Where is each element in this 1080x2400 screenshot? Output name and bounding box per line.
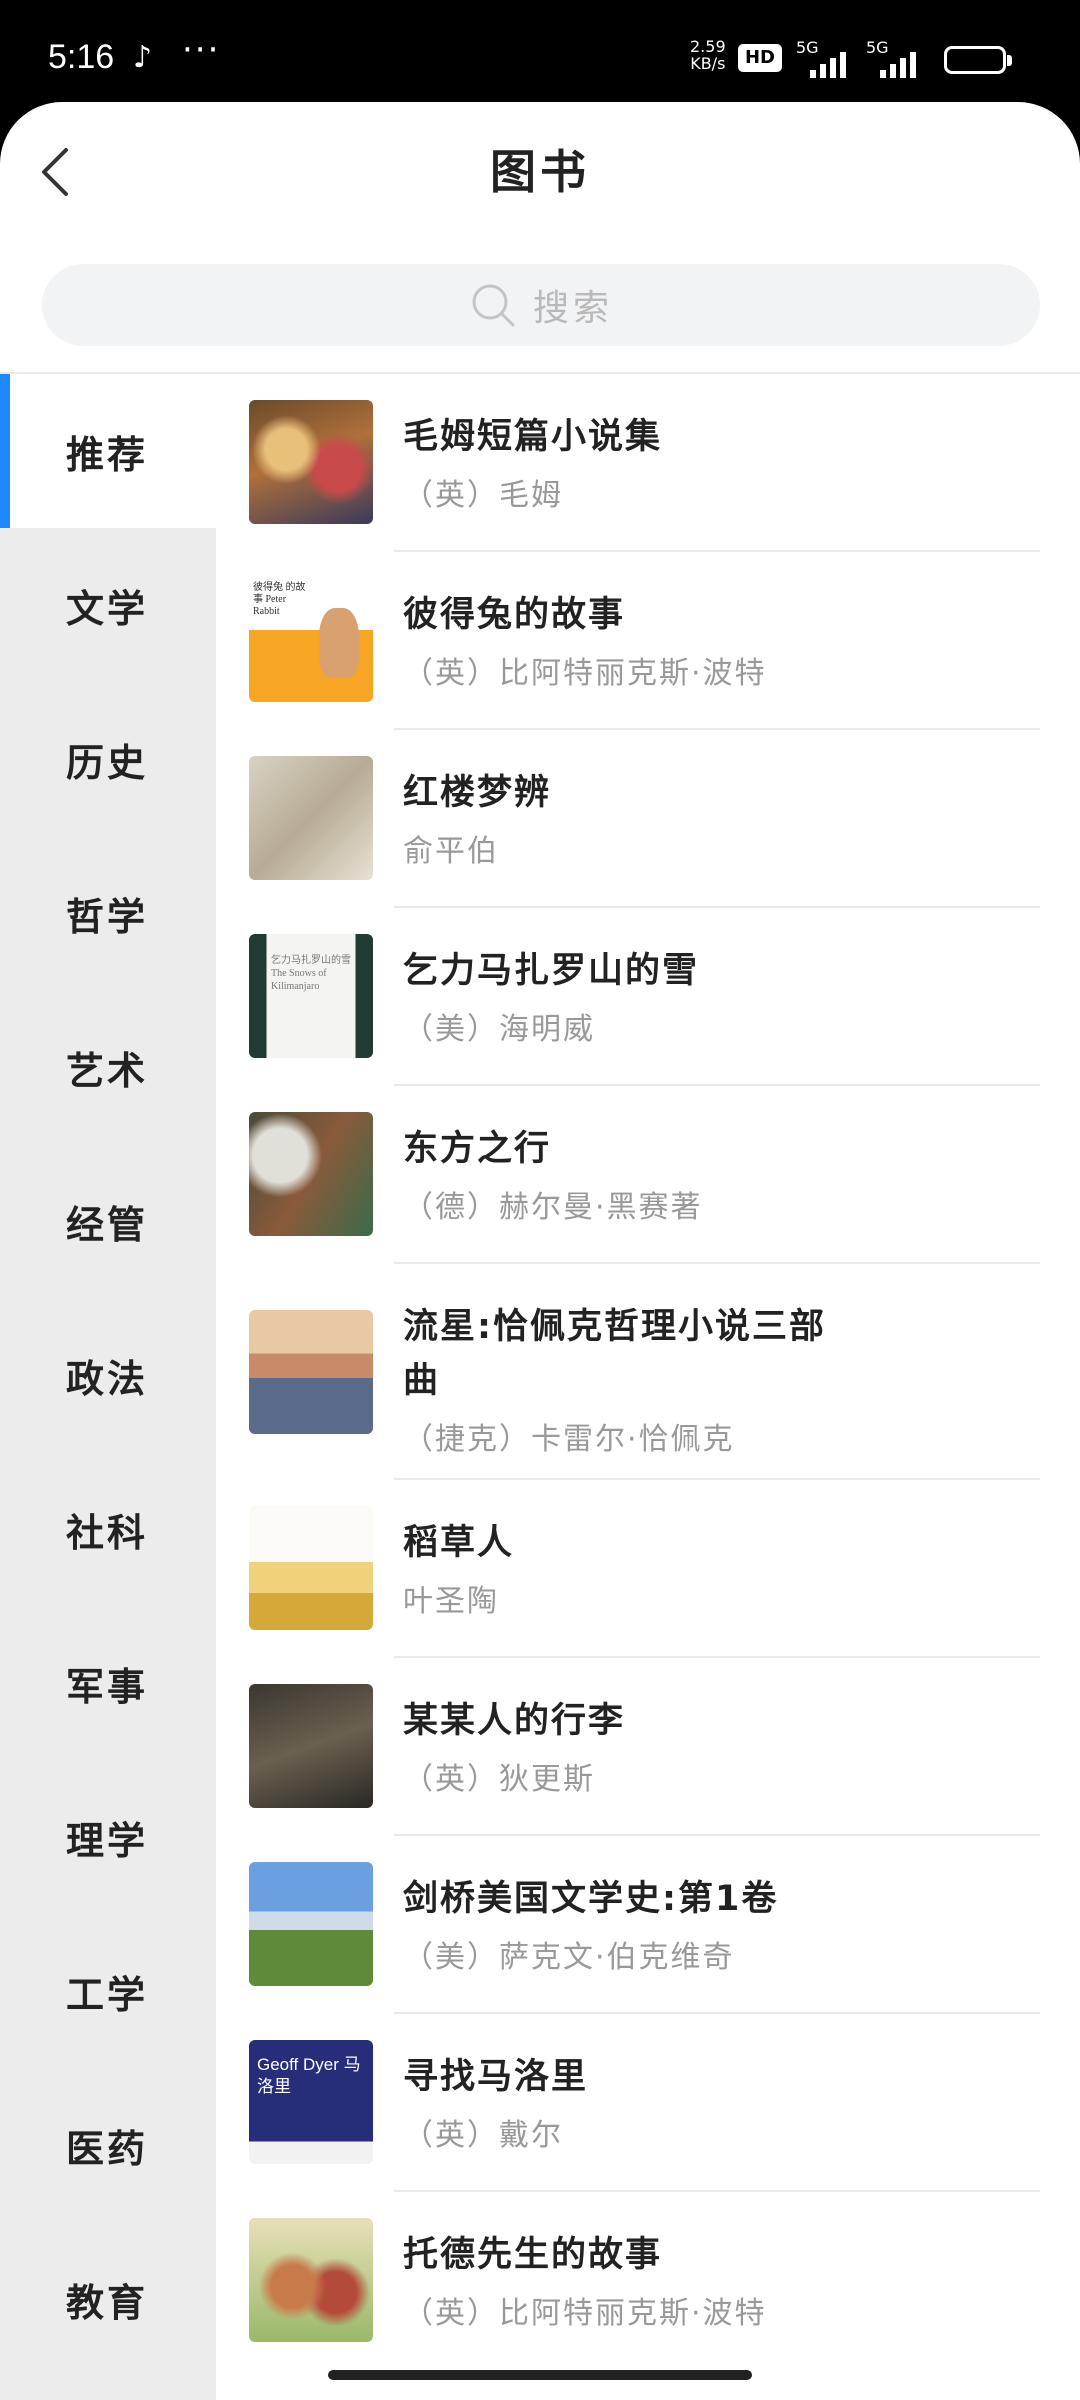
book-item[interactable]: 流星:恰佩克哲理小说三部曲 （捷克）卡雷尔·恰佩克: [216, 1264, 1080, 1480]
book-author: 叶圣陶: [403, 1584, 499, 1619]
signal-icon: 5G: [866, 38, 932, 78]
category-item-education[interactable]: 教育: [0, 2222, 216, 2376]
book-author: （英）比阿特丽克斯·波特: [403, 656, 767, 691]
book-title: 寻找马洛里: [403, 2057, 589, 2097]
category-item-politics-law[interactable]: 政法: [0, 1298, 216, 1452]
category-item-history[interactable]: 历史: [0, 682, 216, 836]
book-author: （英）戴尔: [403, 2118, 563, 2153]
category-item-social-science[interactable]: 社科: [0, 1452, 216, 1606]
book-author: （捷克）卡雷尔·恰佩克: [403, 1422, 735, 1457]
more-notifications-icon: ···: [182, 30, 221, 70]
battery-icon: [944, 46, 1012, 74]
book-cover: [249, 1310, 373, 1434]
home-indicator[interactable]: [328, 2370, 752, 2380]
book-cover: 乞力马扎罗山的雪 The Snows of Kilimanjaro: [249, 934, 373, 1058]
book-title: 毛姆短篇小说集: [403, 417, 663, 457]
category-item-art[interactable]: 艺术: [0, 990, 216, 1144]
category-item-recommended[interactable]: 推荐: [0, 374, 216, 528]
book-cover: [249, 400, 373, 524]
book-author: （英）毛姆: [403, 478, 563, 513]
book-author: 俞平伯: [403, 834, 499, 869]
book-title: 流星:恰佩克哲理小说三部曲: [403, 1307, 826, 1401]
book-cover: [249, 2218, 373, 2342]
status-bar: 5:16 ♪ ··· 2.59 KB/s HD 5G 5G: [0, 0, 1080, 105]
rabbit-illustration: [319, 608, 359, 678]
book-title: 剑桥美国文学史:第1卷: [403, 1879, 779, 1919]
category-item-medicine[interactable]: 医药: [0, 2068, 216, 2222]
book-author: （美）萨克文·伯克维奇: [403, 1940, 735, 1975]
search-placeholder: 搜索: [532, 288, 613, 329]
book-author: （英）比阿特丽克斯·波特: [403, 2296, 767, 2331]
category-item-philosophy[interactable]: 哲学: [0, 836, 216, 990]
book-cover-text: 乞力马扎罗山的雪 The Snows of Kilimanjaro: [271, 955, 351, 992]
status-time: 5:16: [48, 38, 115, 76]
category-item-literature[interactable]: 文学: [0, 528, 216, 682]
hd-badge: HD: [738, 44, 782, 72]
book-item[interactable]: 东方之行 （德）赫尔曼·黑赛著: [216, 1086, 1080, 1264]
book-cover: [249, 1112, 373, 1236]
book-cover-text: 彼得兔 的故事 Peter Rabbit: [253, 582, 306, 617]
book-title: 彼得兔的故事: [403, 595, 626, 635]
book-cover: [249, 756, 373, 880]
book-cover: [249, 1684, 373, 1808]
book-item[interactable]: 红楼梦辨 俞平伯: [216, 730, 1080, 908]
book-list: 毛姆短篇小说集 （英）毛姆 彼得兔 的故事 Peter Rabbit 彼得兔的故…: [216, 374, 1080, 2400]
book-cover-text: Geoff Dyer 马洛里: [257, 2055, 361, 2096]
category-item-economics[interactable]: 经管: [0, 1144, 216, 1298]
category-item-engineering[interactable]: 工学: [0, 1914, 216, 2068]
book-item[interactable]: 托德先生的故事 （英）比阿特丽克斯·波特: [216, 2192, 1080, 2370]
book-cover: [249, 1506, 373, 1630]
book-item[interactable]: 毛姆短篇小说集 （英）毛姆: [216, 374, 1080, 552]
category-sidebar: 推荐 文学 历史 哲学 艺术 经管 政法 社科 军事 理学 工学 医药 教育: [0, 374, 216, 2400]
network-speed: 2.59 KB/s: [690, 37, 726, 73]
book-cover: 彼得兔 的故事 Peter Rabbit: [249, 578, 373, 702]
book-title: 某某人的行李: [403, 1701, 626, 1741]
category-item-science[interactable]: 理学: [0, 1760, 216, 1914]
book-title: 稻草人: [403, 1523, 515, 1563]
signal-icon: 5G: [796, 38, 862, 78]
page-title: 图书: [490, 145, 590, 199]
book-title: 托德先生的故事: [403, 2235, 663, 2275]
header: 图书: [0, 102, 1080, 237]
book-item[interactable]: 剑桥美国文学史:第1卷 （美）萨克文·伯克维奇: [216, 1836, 1080, 2014]
book-item[interactable]: Geoff Dyer 马洛里 寻找马洛里 （英）戴尔: [216, 2014, 1080, 2192]
book-author: （德）赫尔曼·黑赛著: [403, 1190, 703, 1225]
book-title: 乞力马扎罗山的雪: [403, 951, 700, 991]
book-item[interactable]: 某某人的行李 （英）狄更斯: [216, 1658, 1080, 1836]
search-bar[interactable]: 搜索: [42, 264, 1040, 346]
category-item-military[interactable]: 军事: [0, 1606, 216, 1760]
tiktok-icon: ♪: [133, 40, 153, 75]
book-cover: [249, 1862, 373, 1986]
book-author: （英）狄更斯: [403, 1762, 595, 1797]
books-page: 图书 搜索 推荐 文学 历史 哲学 艺术 经管 政法 社科 军事 理学 工学 医…: [0, 102, 1080, 2400]
search-icon: [472, 284, 515, 327]
book-item[interactable]: 稻草人 叶圣陶: [216, 1480, 1080, 1658]
book-author: （美）海明威: [403, 1012, 595, 1047]
book-item[interactable]: 乞力马扎罗山的雪 The Snows of Kilimanjaro 乞力马扎罗山…: [216, 908, 1080, 1086]
book-cover: Geoff Dyer 马洛里: [249, 2040, 373, 2164]
book-title: 红楼梦辨: [403, 773, 552, 813]
book-item[interactable]: 彼得兔 的故事 Peter Rabbit 彼得兔的故事 （英）比阿特丽克斯·波特: [216, 552, 1080, 730]
book-title: 东方之行: [403, 1129, 552, 1169]
